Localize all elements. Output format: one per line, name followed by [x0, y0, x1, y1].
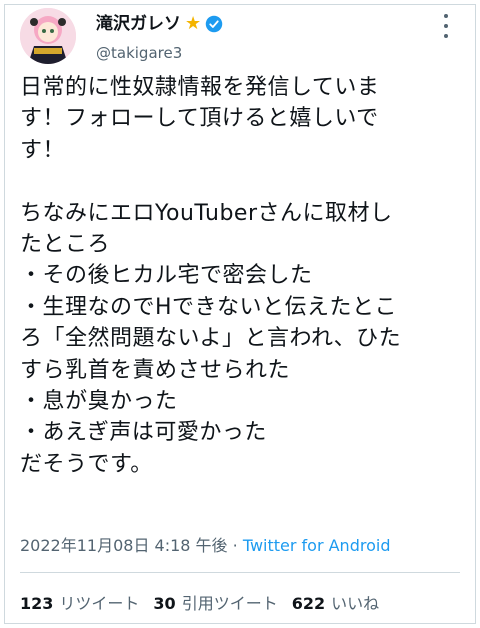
- retweets-count: 123: [20, 594, 54, 613]
- author-handle[interactable]: @takigare3: [96, 44, 223, 62]
- more-dot-icon: [444, 14, 448, 18]
- retweets-label: リツイート: [59, 594, 140, 613]
- author-display-name[interactable]: 滝沢ガレソ ★: [96, 14, 223, 34]
- quotes-stat[interactable]: 30 引用ツイート: [153, 590, 277, 614]
- quotes-label: 引用ツイート: [181, 594, 278, 613]
- tweet-text: 日常的に性奴隷情報を発信していま す！フォローして頂けると嬉しいで す！ ちなみ…: [20, 75, 402, 477]
- tweet-header: 滝沢ガレソ ★ @takigare3: [20, 8, 460, 64]
- more-options-button[interactable]: [436, 14, 456, 38]
- avatar[interactable]: [20, 8, 76, 64]
- avatar-illustration: [20, 8, 76, 64]
- divider: [20, 572, 460, 573]
- verified-badge-icon: [205, 15, 223, 33]
- likes-stat[interactable]: 622 いいね: [292, 590, 379, 614]
- star-icon: ★: [185, 13, 202, 34]
- retweets-stat[interactable]: 123 リツイート: [20, 590, 139, 614]
- likes-label: いいね: [331, 594, 380, 613]
- meta-separator: ·: [227, 536, 243, 555]
- more-dot-icon: [444, 34, 448, 38]
- more-dot-icon: [444, 24, 448, 28]
- tweet-meta: 2022年11月08日 4:18 午後 · Twitter for Androi…: [20, 532, 390, 556]
- tweet-timestamp[interactable]: 2022年11月08日 4:18 午後: [20, 536, 228, 555]
- likes-count: 622: [291, 594, 326, 613]
- author-names: 滝沢ガレソ ★ @takigare3: [96, 14, 223, 62]
- display-name-text[interactable]: 滝沢ガレソ: [96, 14, 181, 34]
- tweet-stats: 123 リツイート 30 引用ツイート 622 いいね: [20, 590, 379, 614]
- quotes-count: 30: [153, 594, 176, 613]
- tweet-source-link[interactable]: Twitter for Android: [243, 536, 391, 555]
